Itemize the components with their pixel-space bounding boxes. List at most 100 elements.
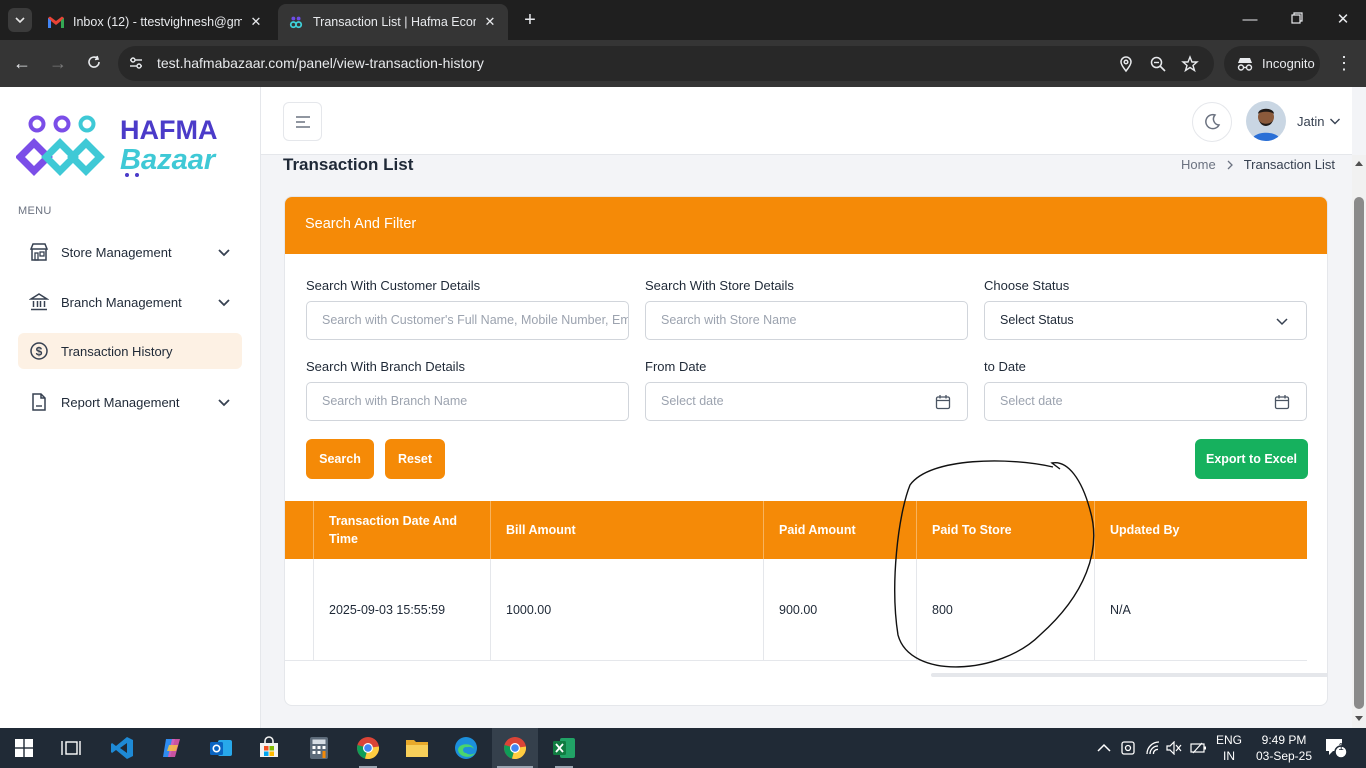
chevron-down-icon: [218, 249, 230, 257]
chevron-down-icon: [15, 17, 25, 24]
vertical-scrollbar[interactable]: [1352, 155, 1366, 728]
tab-gmail[interactable]: Inbox (12) - ttestvighnesh@gmail.com ✕: [38, 4, 274, 40]
customer-search-input[interactable]: Search with Customer's Full Name, Mobile…: [306, 301, 629, 340]
search-button[interactable]: Search: [306, 439, 374, 479]
sidebar-item-transaction-history[interactable]: $ Transaction History: [18, 333, 242, 369]
minimize-button[interactable]: —: [1236, 8, 1264, 32]
chevron-down-icon: [1276, 318, 1288, 326]
forward-button[interactable]: →: [46, 51, 70, 75]
camera-tray[interactable]: [1121, 728, 1135, 768]
breadcrumb: Home Transaction List: [1181, 157, 1335, 172]
volume-tray[interactable]: [1166, 728, 1182, 768]
outlook-app[interactable]: [208, 735, 234, 761]
clock-time: 9:49 PM: [1261, 733, 1307, 747]
bookmark-star-icon[interactable]: [1181, 55, 1199, 73]
calculator-app[interactable]: [306, 735, 332, 761]
back-button[interactable]: ←: [10, 51, 34, 75]
close-window-button[interactable]: ✕: [1329, 8, 1357, 32]
to-date-input[interactable]: Select date: [984, 382, 1307, 421]
document-icon: [32, 393, 46, 411]
chrome-app[interactable]: [355, 735, 381, 761]
close-tab-icon[interactable]: ✕: [248, 14, 264, 30]
reload-button[interactable]: [82, 51, 106, 75]
from-date-input[interactable]: Select date: [645, 382, 968, 421]
sidebar-item-branch-management[interactable]: Branch Management: [18, 284, 242, 320]
scrollbar-thumb[interactable]: [1354, 197, 1364, 709]
store-search-input[interactable]: Search with Store Name: [645, 301, 968, 340]
customer-search-label: Search With Customer Details: [306, 278, 481, 293]
copilot-app[interactable]: [159, 735, 185, 761]
from-date-label: From Date: [645, 359, 707, 374]
sidebar-item-label: Branch Management: [61, 294, 182, 310]
logo-text-bottom: Bazaar: [120, 144, 217, 176]
location-icon[interactable]: [1117, 55, 1135, 73]
menu-caption: MENU: [18, 205, 52, 217]
language-indicator[interactable]: ENG IN: [1214, 732, 1244, 764]
theme-toggle-button[interactable]: [1192, 102, 1232, 142]
vscode-app[interactable]: [109, 735, 135, 761]
table-cell: 2025-09-03 15:55:59: [313, 559, 490, 661]
restore-button[interactable]: [1283, 8, 1311, 32]
windows-taskbar: ENG IN 9:49 PM 03-Sep-25 1: [0, 728, 1366, 768]
table-row[interactable]: 2025-09-03 15:55:59 1000.00 900.00 800 N…: [285, 559, 1307, 661]
browser-menu-button[interactable]: ⋮: [1334, 51, 1354, 75]
task-view-button[interactable]: [58, 735, 84, 761]
branch-search-label: Search With Branch Details: [306, 359, 465, 374]
calendar-icon[interactable]: [935, 394, 951, 410]
restore-icon: [1291, 12, 1303, 24]
hamburger-icon: [295, 115, 310, 128]
hafma-bazaar-logo[interactable]: HAFMA Bazaar: [16, 113, 246, 179]
page-title: Transaction List: [283, 155, 414, 174]
file-explorer-app[interactable]: [404, 735, 430, 761]
new-tab-button[interactable]: +: [518, 9, 542, 33]
notification-center[interactable]: 1: [1324, 728, 1348, 768]
clock[interactable]: 9:49 PM 03-Sep-25: [1250, 732, 1318, 764]
network-tray[interactable]: [1145, 728, 1161, 768]
scroll-down-arrow-icon[interactable]: [1355, 714, 1363, 722]
start-button[interactable]: [11, 735, 37, 761]
filter-card-heading: Search And Filter: [285, 197, 1327, 254]
user-name[interactable]: Jatin: [1297, 114, 1324, 129]
moon-icon: [1205, 113, 1221, 130]
bank-icon: [29, 293, 49, 311]
avatar[interactable]: [1246, 101, 1286, 141]
branch-search-input[interactable]: Search with Branch Name: [306, 382, 629, 421]
sidebar-item-label: Store Management: [61, 244, 172, 260]
store-app[interactable]: [256, 735, 282, 761]
sidebar-item-report-management[interactable]: Report Management: [18, 384, 242, 420]
gmail-icon: [48, 16, 64, 28]
chevron-down-icon: [218, 299, 230, 307]
breadcrumb-home[interactable]: Home: [1181, 157, 1216, 172]
horizontal-scrollbar[interactable]: [931, 673, 1327, 677]
tab-search-button[interactable]: [8, 8, 32, 32]
close-tab-icon[interactable]: ✕: [482, 14, 498, 30]
tab-transaction-list[interactable]: Transaction List | Hafma Ecommerce ✕: [278, 4, 508, 40]
zoom-icon[interactable]: [1149, 55, 1167, 73]
battery-tray[interactable]: [1190, 728, 1208, 768]
to-date-label: to Date: [984, 359, 1026, 374]
incognito-badge[interactable]: Incognito: [1224, 46, 1320, 81]
scroll-up-arrow-icon[interactable]: [1355, 160, 1363, 168]
excel-app[interactable]: [551, 735, 577, 761]
table-cell: N/A: [1094, 559, 1307, 661]
calculator-icon: [310, 737, 328, 759]
notification-count: 1: [1338, 742, 1344, 753]
reload-icon: [88, 55, 100, 68]
status-select[interactable]: Select Status: [984, 301, 1307, 340]
show-hidden-icons[interactable]: [1097, 728, 1111, 768]
edge-app[interactable]: [453, 735, 479, 761]
breadcrumb-current: Transaction List: [1243, 157, 1335, 172]
battery-icon: [1190, 742, 1206, 754]
site-settings-icon[interactable]: [128, 55, 144, 71]
filter-card: Search And Filter Search With Customer D…: [284, 196, 1328, 706]
export-excel-button[interactable]: Export to Excel: [1195, 439, 1308, 479]
address-bar[interactable]: test.hafmabazaar.com/panel/view-transact…: [118, 46, 1214, 81]
tab-title: Transaction List | Hafma Ecommerce: [313, 15, 476, 29]
calendar-icon[interactable]: [1274, 394, 1290, 410]
menu-toggle-button[interactable]: [283, 102, 322, 141]
chevron-down-icon[interactable]: [1329, 115, 1341, 127]
reset-button[interactable]: Reset: [385, 439, 445, 479]
sidebar-item-store-management[interactable]: Store Management: [18, 234, 242, 270]
column-header: Transaction Date And Time: [313, 501, 490, 559]
chrome-window-app[interactable]: [502, 735, 528, 761]
